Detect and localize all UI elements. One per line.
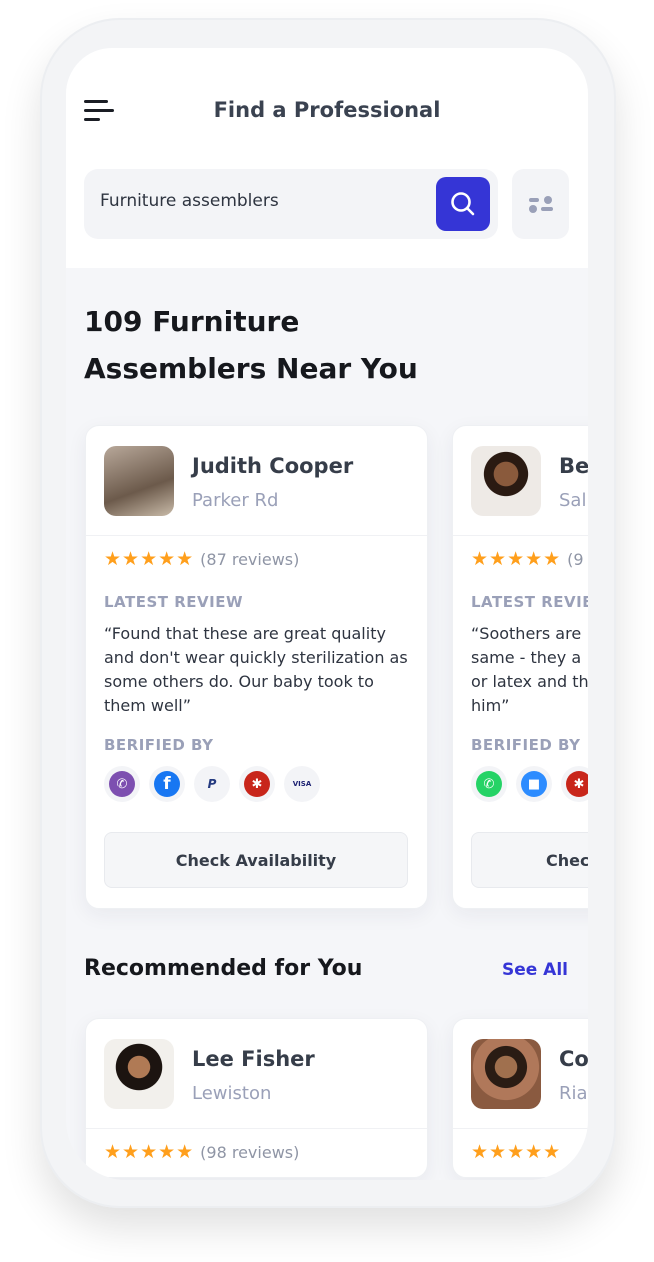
- visa-icon: VISA: [284, 766, 320, 802]
- verified-by-label: BERIFIED BY: [471, 736, 581, 754]
- pro-name: Lee Fisher: [192, 1047, 315, 1071]
- divider: [453, 535, 588, 536]
- search-bar: [84, 169, 498, 239]
- screen: Find a Professional 109 Furniture Assemb…: [66, 48, 588, 1180]
- latest-review-label: LATEST REVIEW: [104, 593, 244, 611]
- star-rating: ★★★★★ (87 reviews): [104, 548, 300, 570]
- search-button[interactable]: [436, 177, 490, 231]
- pro-location: Parker Rd: [192, 490, 279, 511]
- avatar: [104, 1039, 174, 1109]
- whatsapp-icon: ✆: [471, 766, 507, 802]
- latest-review-label: LATEST REVIEW: [471, 593, 588, 611]
- professional-card[interactable]: Judith Cooper Parker Rd ★★★★★ (87 reviews…: [85, 425, 428, 909]
- results-heading: 109 Furniture Assemblers Near You: [84, 305, 418, 385]
- review-count: (9: [567, 550, 584, 569]
- see-all-link[interactable]: See All: [502, 960, 568, 980]
- recommended-card[interactable]: Co Ria ★★★★★: [452, 1018, 588, 1178]
- star-rating: ★★★★★: [471, 1141, 562, 1163]
- zoom-icon: ■: [516, 766, 552, 802]
- avatar: [471, 1039, 541, 1109]
- divider: [86, 535, 427, 536]
- pro-location: Sal: [559, 490, 587, 511]
- page-title: Find a Professional: [213, 98, 441, 122]
- filter-button[interactable]: [512, 169, 569, 239]
- avatar: [471, 446, 541, 516]
- header: Find a Professional: [66, 48, 588, 268]
- pro-name: Co: [559, 1047, 588, 1071]
- verified-by-label: BERIFIED BY: [104, 736, 214, 754]
- viber-icon: ✆: [104, 766, 140, 802]
- divider: [453, 1128, 588, 1129]
- pro-location: Ria: [559, 1083, 588, 1104]
- star-rating: ★★★★★ (98 reviews): [104, 1141, 300, 1163]
- review-count: (87 reviews): [200, 550, 300, 569]
- review-count: (98 reviews): [200, 1143, 300, 1162]
- check-availability-button[interactable]: Check Availability: [104, 832, 408, 888]
- search-icon: [451, 192, 475, 216]
- pro-name: Bes: [559, 454, 588, 478]
- recommended-card[interactable]: Lee Fisher Lewiston ★★★★★ (98 reviews): [85, 1018, 428, 1178]
- pro-name: Judith Cooper: [192, 454, 354, 478]
- search-input[interactable]: [100, 191, 400, 211]
- recommended-heading: Recommended for You: [84, 956, 363, 981]
- professional-card[interactable]: Bes Sal ★★★★★(9 LATEST REVIEW “Soothers …: [452, 425, 588, 909]
- pro-location: Lewiston: [192, 1083, 272, 1104]
- yelp-icon: ✱: [239, 766, 275, 802]
- yelp-icon: ✱: [561, 766, 588, 802]
- avatar: [104, 446, 174, 516]
- paypal-icon: P: [194, 766, 230, 802]
- divider: [86, 1128, 427, 1129]
- verified-icons: ✆ ■ ✱: [471, 766, 588, 802]
- verified-icons: ✆ f P ✱ VISA: [104, 766, 320, 802]
- star-rating: ★★★★★ (9: [471, 548, 584, 570]
- review-text: “Found that these are great quality and …: [104, 624, 408, 715]
- check-availability-button[interactable]: Chec: [471, 832, 588, 888]
- filter-icon: [528, 196, 553, 213]
- facebook-icon: f: [149, 766, 185, 802]
- review-text: “Soothers are same - they a or latex and…: [471, 624, 588, 715]
